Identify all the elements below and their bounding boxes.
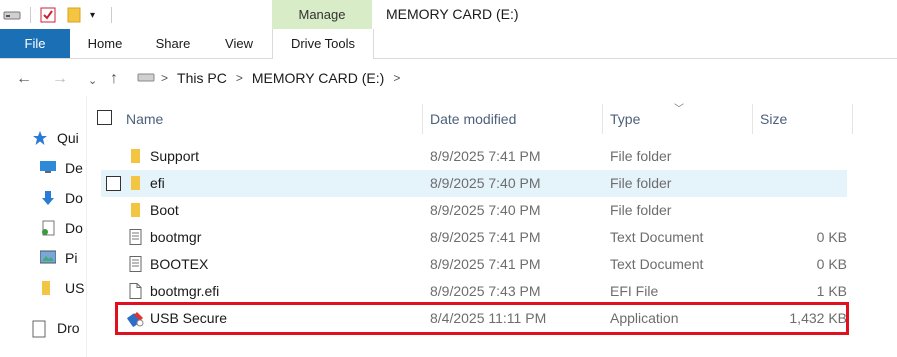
file-type: EFI File [610,283,659,299]
nav-item-downloads[interactable]: Do [40,188,83,208]
download-icon [40,190,58,206]
nav-item-label: Do [65,190,83,206]
nav-item-documents[interactable]: Do [40,218,83,238]
tab-file[interactable]: File [0,29,70,58]
file-date: 8/9/2025 7:40 PM [430,202,541,218]
file-date: 8/9/2025 7:41 PM [430,229,541,245]
file-type: Text Document [610,229,704,245]
folder-icon [40,280,58,296]
customize-toolbar-icon[interactable]: ▾ [90,6,95,24]
title-bar: ▾ Manage MEMORY CARD (E:) [0,0,897,30]
window-title: MEMORY CARD (E:) [386,6,519,22]
drive-icon [137,70,155,86]
folder-icon [127,202,143,218]
file-row[interactable]: bootmgr 8/9/2025 7:41 PM Text Document 0… [101,224,847,251]
column-header-date[interactable]: Date modified [430,104,516,134]
folder-icon [127,148,143,164]
file-size: 0 KB [816,256,847,272]
breadcrumb: > This PC > MEMORY CARD (E:) > [132,70,409,86]
navigation-bar: ← → ⌄ ↑ > This PC > MEMORY CARD (E:) > [0,62,897,96]
file-name: BOOTEX [150,256,209,272]
file-name: Support [150,148,200,164]
file-type: File folder [610,202,672,218]
file-date: 8/9/2025 7:40 PM [430,175,541,191]
file-date: 8/9/2025 7:43 PM [430,283,541,299]
tab-share[interactable]: Share [152,29,194,58]
column-header-name[interactable]: Name [126,104,163,134]
documents-icon [40,220,58,236]
desktop-icon [40,160,58,176]
nav-item-label: Do [65,220,83,236]
new-folder-icon[interactable] [67,6,81,24]
highlight-box [115,302,849,335]
navigation-pane: Qui De Do Do Pi US Dro [0,96,87,357]
nav-item-label: Pi [65,250,78,266]
tab-home[interactable]: Home [84,29,126,58]
tab-view[interactable]: View [220,29,258,58]
nav-item-usb-folder[interactable]: US [40,278,84,298]
forward-icon[interactable]: → [52,70,68,88]
nav-item-label: De [65,160,83,176]
breadcrumb-separator-icon[interactable]: > [161,71,168,85]
file-type: File folder [610,175,672,191]
nav-item-quick-access[interactable]: Qui [32,128,79,148]
nav-item-label: Dro [57,320,80,336]
sort-chevron-icon: ﹀ [674,104,684,115]
file-date: 8/9/2025 7:41 PM [430,256,541,272]
breadcrumb-separator-icon[interactable]: > [393,71,400,85]
properties-icon[interactable] [40,6,56,24]
folder-icon [127,175,143,191]
breadcrumb-memory-card[interactable]: MEMORY CARD (E:) [252,70,385,86]
nav-item-drive[interactable]: Dro [32,318,80,338]
pictures-icon [39,250,58,266]
star-icon [32,130,50,146]
row-checkbox[interactable] [106,176,121,191]
file-size: 1 KB [816,283,847,299]
breadcrumb-this-pc[interactable]: This PC [177,70,227,86]
file-name: bootmgr [150,229,202,245]
file-date: 8/9/2025 7:41 PM [430,148,541,164]
text-file-icon [127,229,143,245]
select-all-checkbox[interactable] [97,110,112,125]
file-row[interactable]: BOOTEX 8/9/2025 7:41 PM Text Document 0 … [101,251,847,278]
file-name: bootmgr.efi [150,283,220,299]
nav-item-desktop[interactable]: De [40,158,83,178]
manage-context-tab[interactable]: Manage [272,0,372,29]
file-type: File folder [610,148,672,164]
column-header-type[interactable]: Type [610,104,640,134]
drive-icon [32,320,50,338]
file-icon [127,283,143,299]
file-size: 0 KB [816,229,847,245]
file-type: Text Document [610,256,704,272]
nav-item-label: US [65,280,85,296]
file-name: efi [150,175,165,191]
nav-item-pictures[interactable]: Pi [39,248,78,268]
text-file-icon [127,256,143,272]
file-row[interactable]: Boot 8/9/2025 7:40 PM File folder [101,197,847,224]
up-icon[interactable]: ↑ [110,70,118,88]
breadcrumb-separator-icon[interactable]: > [236,71,243,85]
recent-locations-icon[interactable]: ⌄ [88,74,97,87]
column-header-size[interactable]: Size [760,104,787,134]
back-icon[interactable]: ← [16,70,32,88]
file-row[interactable]: efi 8/9/2025 7:40 PM File folder [101,170,847,197]
file-row[interactable]: bootmgr.efi 8/9/2025 7:43 PM EFI File 1 … [101,278,847,305]
file-row[interactable]: Support 8/9/2025 7:41 PM File folder [101,143,847,170]
file-name: Boot [150,202,179,218]
drive-icon[interactable] [3,6,21,24]
ribbon-tabs: File Home Share View Drive Tools [0,29,897,59]
tab-drive-tools[interactable]: Drive Tools [272,29,374,59]
nav-item-label: Qui [57,130,79,146]
